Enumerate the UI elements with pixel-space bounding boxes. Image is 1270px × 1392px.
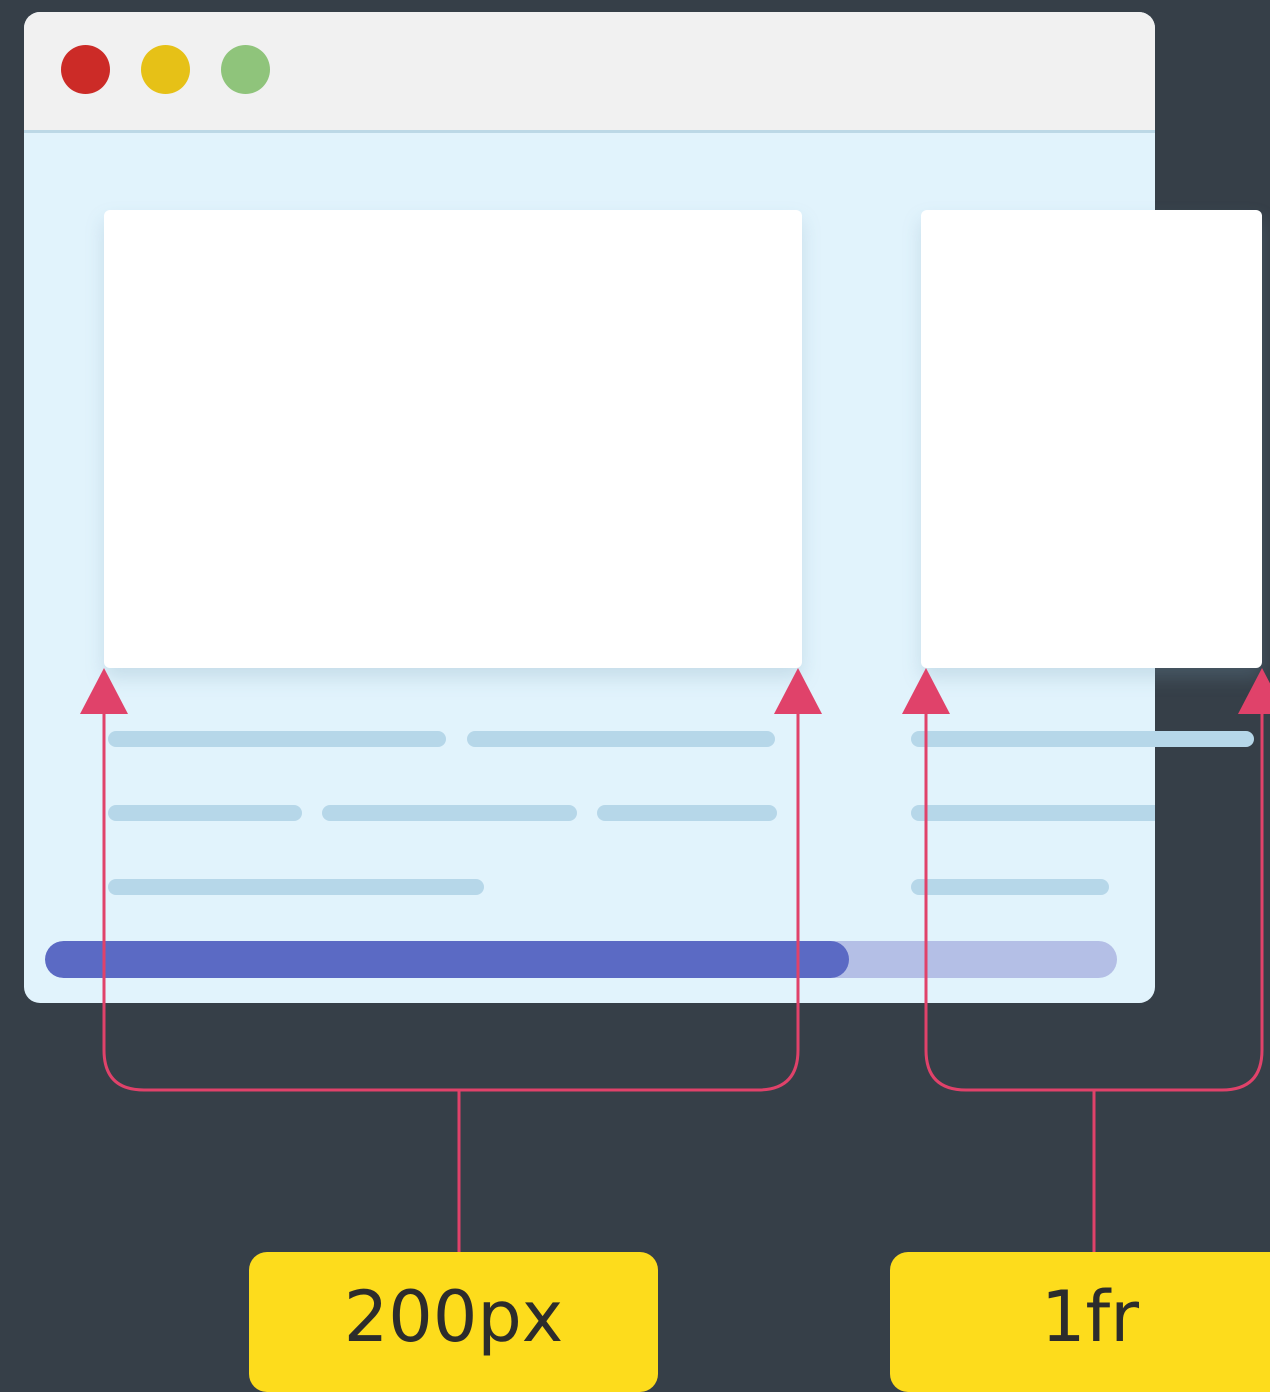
arrow-up-icon bbox=[1238, 668, 1270, 714]
label-second-column: 1fr bbox=[890, 1252, 1270, 1392]
arrow-up-icon bbox=[80, 668, 128, 714]
arrow-up-icon bbox=[774, 668, 822, 714]
arrow-up-icon bbox=[902, 668, 950, 714]
bracket-1fr bbox=[924, 700, 1264, 1252]
label-first-column: 200px bbox=[249, 1252, 658, 1392]
bracket-200px bbox=[102, 700, 800, 1252]
annotation-overlay bbox=[80, 668, 1270, 1252]
